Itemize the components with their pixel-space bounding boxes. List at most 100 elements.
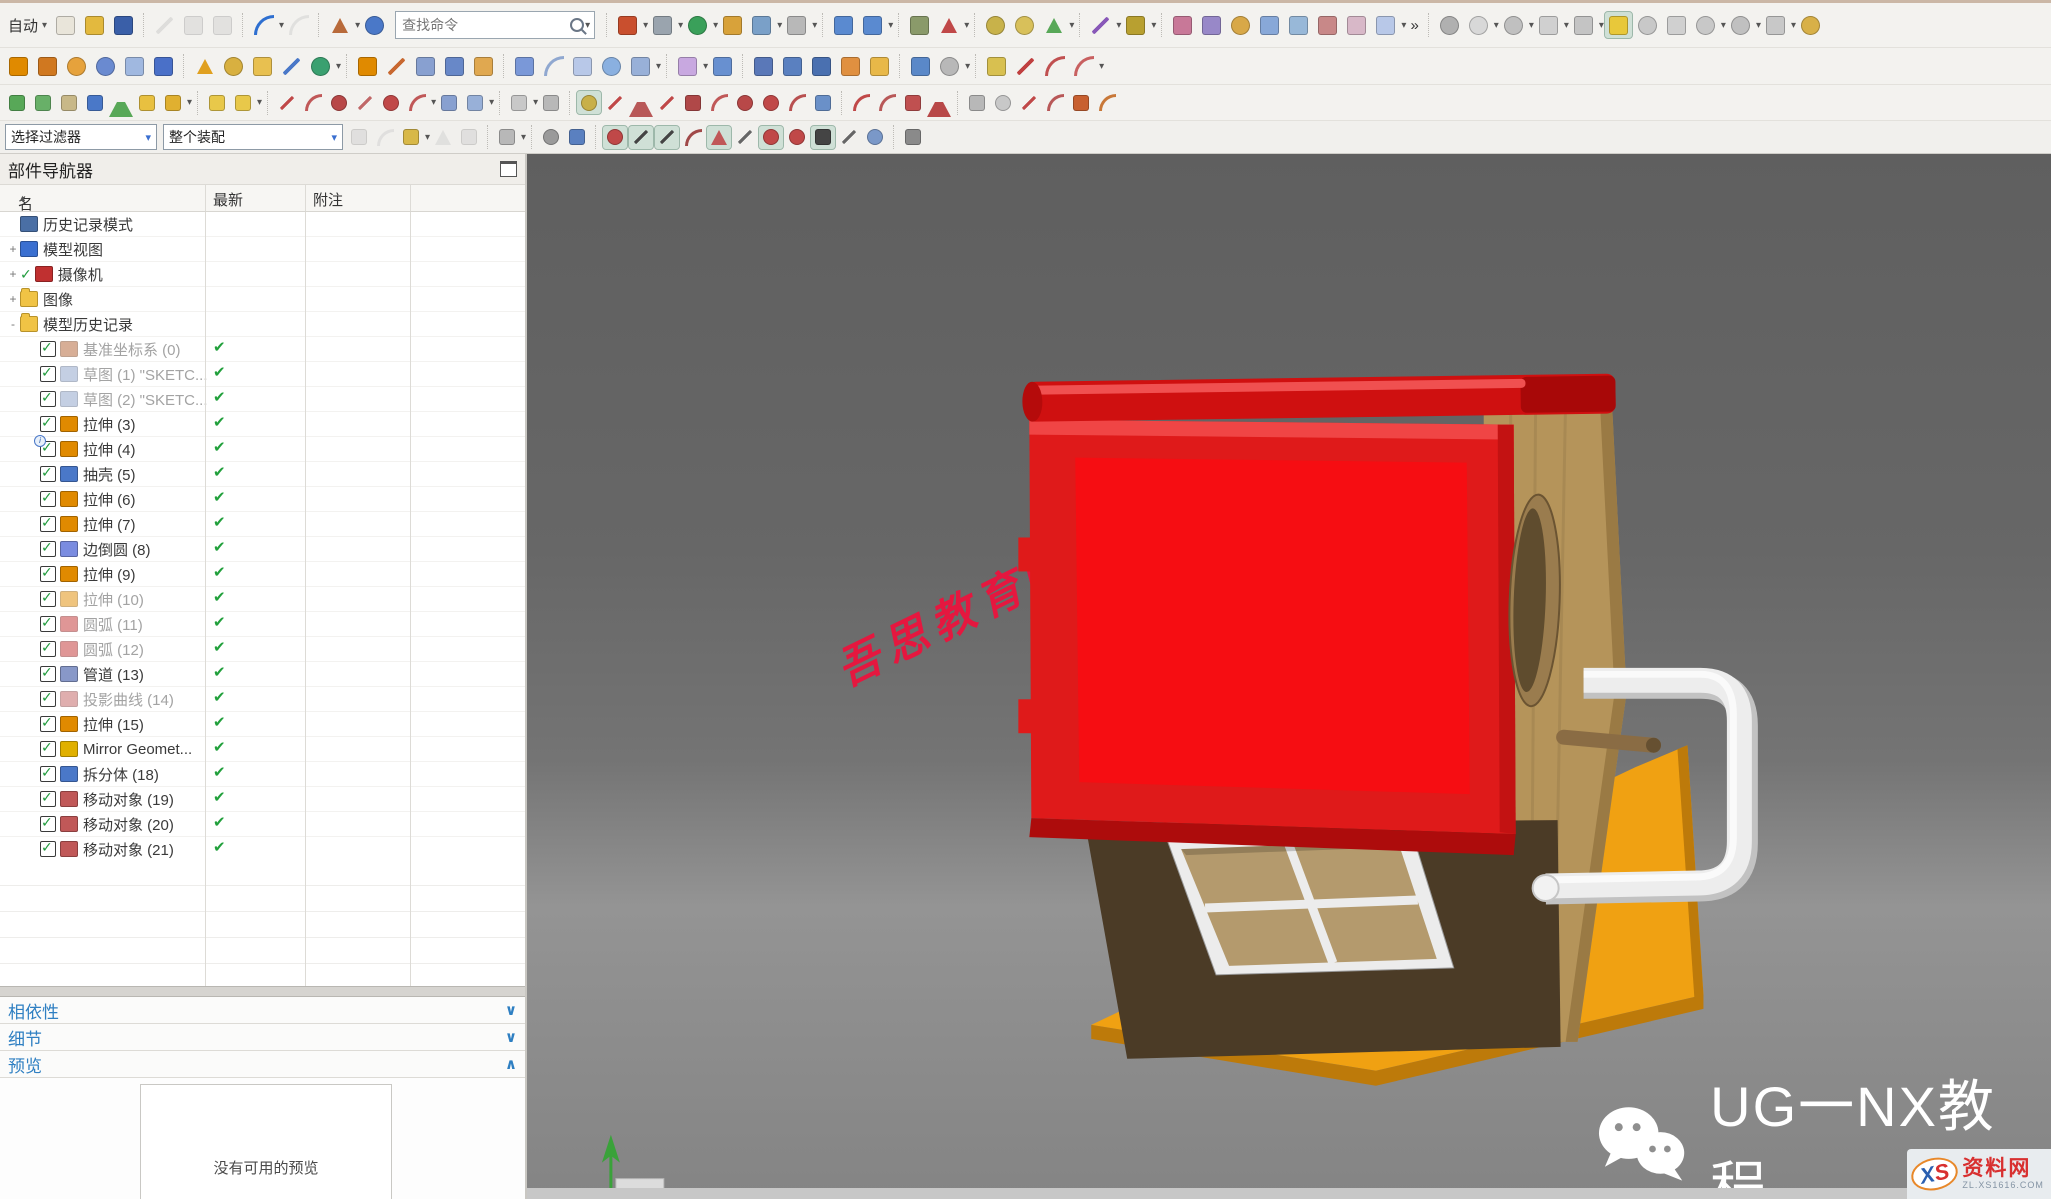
sketch-line-icon[interactable] <box>603 91 627 114</box>
tree-row[interactable]: 草图 (2) "SKETC...✔ <box>0 387 525 412</box>
surface-6-icon[interactable] <box>1314 12 1341 38</box>
surface-4-icon[interactable] <box>1256 12 1283 38</box>
chevron-down-icon[interactable]: ▾ <box>888 20 893 31</box>
column-note[interactable]: 附注 <box>313 189 343 210</box>
selection-filter-combo[interactable]: 选择过滤器 ▾ <box>5 124 157 150</box>
chevron-down-icon[interactable]: ▾ <box>585 20 590 31</box>
point-icon[interactable] <box>808 53 835 79</box>
snap-curve-icon[interactable] <box>681 126 705 149</box>
measure-icon[interactable] <box>1040 12 1067 38</box>
feature-checkbox[interactable] <box>40 641 56 657</box>
datum-csys-icon[interactable] <box>326 12 353 38</box>
chevron-down-icon[interactable]: ▾ <box>1529 20 1534 31</box>
shaded-pick-icon[interactable] <box>539 126 563 149</box>
surface-8-icon[interactable] <box>1372 12 1399 38</box>
offset-face-icon[interactable] <box>412 53 439 79</box>
studio-render-icon[interactable] <box>1570 12 1597 38</box>
fit-curve-icon[interactable] <box>1070 53 1097 79</box>
expand-toggle-icon[interactable]: + <box>6 267 20 281</box>
feature-checkbox[interactable] <box>40 466 56 482</box>
view-orientation-icon[interactable] <box>935 12 962 38</box>
section-dependencies[interactable]: 相依性 ∨ <box>0 997 525 1024</box>
orange-tool-2-icon[interactable] <box>1095 91 1119 114</box>
start-menu[interactable]: 自动▾ <box>4 15 51 36</box>
snap-face-icon[interactable] <box>863 126 887 149</box>
extrude-cut-icon[interactable] <box>354 53 381 79</box>
chain-link-toggle-icon[interactable] <box>577 91 601 114</box>
chevron-down-icon[interactable]: ▾ <box>965 61 970 72</box>
redo-icon[interactable] <box>285 12 312 38</box>
verify-icon[interactable] <box>109 91 133 114</box>
surface-5-icon[interactable] <box>1285 12 1312 38</box>
palette-tool-icon[interactable] <box>1011 12 1038 38</box>
tree-row[interactable]: 拉伸 (7)✔ <box>0 512 525 537</box>
sphere-blend-icon[interactable] <box>598 53 625 79</box>
feature-checkbox[interactable] <box>40 791 56 807</box>
snap-center-icon[interactable] <box>759 126 783 149</box>
feature-checkbox[interactable] <box>40 516 56 532</box>
chevron-down-icon[interactable]: ▾ <box>489 97 494 108</box>
feature-checkbox[interactable] <box>40 691 56 707</box>
tree-row[interactable]: 圆弧 (12)✔ <box>0 637 525 662</box>
layer-settings-icon[interactable] <box>906 12 933 38</box>
constraints-icon[interactable] <box>1087 12 1114 38</box>
chevron-down-icon[interactable]: ▾ <box>1756 20 1761 31</box>
layer-stack-icon[interactable] <box>5 91 29 114</box>
chevron-down-icon[interactable]: ▾ <box>336 61 341 72</box>
viewport-3d[interactable]: 吾思教育UG <box>527 154 2051 1199</box>
surface-patch-icon[interactable] <box>811 91 835 114</box>
solid-pick-icon[interactable] <box>565 126 589 149</box>
circle-pair-icon[interactable] <box>733 91 757 114</box>
trim-body-icon[interactable] <box>859 12 886 38</box>
tree-row[interactable]: 草图 (1) "SKETC...✔ <box>0 362 525 387</box>
pattern-feature-icon[interactable] <box>220 53 247 79</box>
helix-icon[interactable] <box>405 91 429 114</box>
column-latest[interactable]: 最新 <box>213 189 243 210</box>
curve-intersect-icon[interactable] <box>1012 53 1039 79</box>
surface-3-icon[interactable] <box>1227 12 1254 38</box>
tree-row[interactable]: 移动对象 (19)✔ <box>0 787 525 812</box>
feature-checkbox[interactable] <box>40 841 56 857</box>
roof[interactable] <box>1018 420 1515 855</box>
render-style-icon[interactable] <box>649 12 676 38</box>
chevron-down-icon[interactable]: ▾ <box>279 20 284 31</box>
panel-float-button[interactable] <box>500 161 517 177</box>
feature-checkbox[interactable] <box>40 716 56 732</box>
snap-intersection-icon[interactable] <box>811 126 835 149</box>
tree-row[interactable]: 拉伸 (6)✔ <box>0 487 525 512</box>
prev-selection-icon[interactable] <box>373 126 397 149</box>
chevron-down-icon[interactable]: ▾ <box>1599 20 1604 31</box>
chevron-down-icon[interactable]: ▾ <box>425 132 430 143</box>
open-file-icon[interactable] <box>81 12 108 38</box>
draft-icon[interactable] <box>191 53 218 79</box>
gray-tool-1-icon[interactable] <box>965 91 989 114</box>
tree-row[interactable]: Mirror Geomet...✔ <box>0 737 525 762</box>
thicken-icon[interactable] <box>470 53 497 79</box>
tree-row[interactable]: 投影曲线 (14)✔ <box>0 687 525 712</box>
tree-row[interactable]: 拉伸 (9)✔ <box>0 562 525 587</box>
background-icon[interactable] <box>684 12 711 38</box>
fit-view-icon[interactable] <box>614 12 641 38</box>
copy-icon[interactable] <box>180 12 207 38</box>
arc-icon[interactable] <box>301 91 325 114</box>
feature-checkbox[interactable]: i <box>40 441 56 457</box>
gray-tool-2-icon[interactable] <box>991 91 1015 114</box>
chevron-down-icon[interactable]: ▾ <box>678 20 683 31</box>
sketch-axis-icon[interactable] <box>629 91 653 114</box>
body-group-2-icon[interactable] <box>231 91 255 114</box>
fillet-arc-1-icon[interactable] <box>849 91 873 114</box>
fillet-arc-2-icon[interactable] <box>875 91 899 114</box>
chevron-down-icon[interactable]: ▾ <box>533 97 538 108</box>
parallel-line-icon[interactable] <box>655 91 679 114</box>
tree-row[interactable]: 边倒圆 (8)✔ <box>0 537 525 562</box>
customize-icon[interactable] <box>1797 12 1824 38</box>
curve-points-icon[interactable] <box>327 91 351 114</box>
point-set-icon[interactable] <box>1727 12 1754 38</box>
part-module-icon[interactable] <box>866 53 893 79</box>
snap-tangent-icon[interactable] <box>837 126 861 149</box>
section-preview[interactable]: 预览 ∧ <box>0 1051 525 1078</box>
tree-row[interactable]: +模型视图 <box>0 237 525 262</box>
sphere-icon[interactable] <box>63 53 90 79</box>
chevron-down-icon[interactable]: ▾ <box>1151 20 1156 31</box>
snap-pole-icon[interactable] <box>707 126 731 149</box>
